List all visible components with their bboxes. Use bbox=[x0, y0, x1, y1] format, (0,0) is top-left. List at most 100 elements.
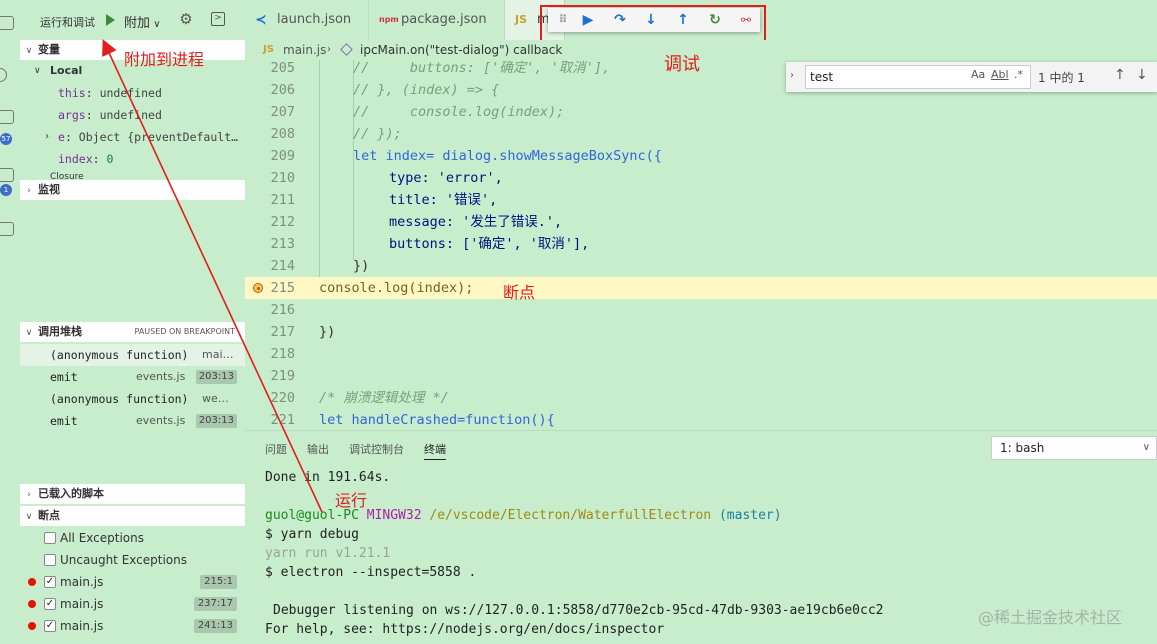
line-number: 205 bbox=[270, 60, 295, 76]
arrow-down-icon[interactable]: ↓ bbox=[1136, 67, 1148, 83]
debug-console-icon[interactable]: > bbox=[211, 12, 225, 26]
line-number: 208 bbox=[270, 126, 295, 142]
debug-toolbar-highlight bbox=[540, 5, 766, 45]
line-number: 212 bbox=[270, 214, 295, 230]
tab-label: package.json bbox=[401, 12, 487, 27]
breakpoint-item[interactable]: ✓ main.js 237:17 bbox=[20, 593, 245, 615]
js-icon: JS bbox=[515, 13, 528, 26]
line-number: 206 bbox=[270, 82, 295, 98]
callstack-section-header[interactable]: ∨ 调用堆栈 PAUSED ON BREAKPOINT bbox=[20, 322, 245, 342]
code-line: 214}) bbox=[245, 255, 1157, 277]
scope-closure[interactable]: Closure bbox=[20, 170, 245, 180]
breadcrumb-file[interactable]: main.js bbox=[283, 40, 326, 60]
search-icon[interactable] bbox=[0, 68, 7, 82]
js-icon: JS bbox=[263, 44, 274, 55]
debug-toolbar-top: 运行和调试 附加 ∨ ⚙ > bbox=[20, 0, 245, 40]
variable-name: this bbox=[58, 86, 86, 100]
match-word-toggle[interactable]: Abl bbox=[991, 68, 1009, 81]
tab-terminal[interactable]: 终端 bbox=[424, 441, 446, 460]
variable-name: args bbox=[58, 108, 86, 122]
line-number: 216 bbox=[270, 302, 295, 318]
code-text: console.log(index); bbox=[319, 280, 474, 296]
chevron-down-icon: ∨ bbox=[25, 512, 33, 522]
breakpoint-item[interactable]: All Exceptions bbox=[20, 527, 245, 549]
source-control-icon[interactable] bbox=[0, 110, 14, 124]
terminal-select[interactable]: 1: bash ∨ bbox=[991, 436, 1157, 460]
line-number: 214 bbox=[270, 258, 295, 274]
gear-icon[interactable]: ⚙ bbox=[178, 11, 194, 27]
code-line: 210 type: 'error', bbox=[245, 167, 1157, 189]
watermark: @稀土掘金技术社区 bbox=[978, 608, 1123, 627]
chevron-right-icon: › bbox=[27, 490, 31, 500]
stack-frame[interactable]: emit events.js 203:13 bbox=[20, 366, 245, 388]
loaded-scripts-section-header[interactable]: › 已载入的脚本 bbox=[20, 484, 245, 504]
regex-toggle[interactable]: .* bbox=[1014, 68, 1023, 81]
terminal-line: Done in 191.64s. bbox=[265, 470, 391, 485]
breakpoints-section-label: 断点 bbox=[38, 509, 60, 522]
terminal-branch: (master) bbox=[718, 508, 782, 523]
source-control-badge: 57 bbox=[0, 133, 12, 145]
chevron-down-icon: ∨ bbox=[25, 46, 33, 56]
tab-output[interactable]: 输出 bbox=[307, 441, 329, 457]
variable-row[interactable]: args: undefined bbox=[20, 104, 245, 126]
code-text: }) bbox=[319, 324, 336, 340]
code-line: 213 buttons: ['确定', '取消'], bbox=[245, 233, 1157, 255]
breadcrumb-symbol[interactable]: ipcMain.on("test-dialog") callback bbox=[360, 40, 562, 60]
scope-local-label: Local bbox=[50, 64, 83, 77]
breakpoint-checkbox[interactable]: ✓ bbox=[44, 576, 56, 588]
breakpoint-item[interactable]: ✓ main.js 241:13 bbox=[20, 615, 245, 637]
terminal-line: For help, see: https://nodejs.org/en/doc… bbox=[265, 622, 665, 637]
explorer-icon[interactable] bbox=[0, 16, 14, 30]
breakpoint-dot-icon bbox=[28, 622, 36, 630]
extensions-icon[interactable] bbox=[0, 222, 14, 236]
breakpoint-checkbox[interactable] bbox=[44, 532, 56, 544]
chevron-right-icon[interactable]: › bbox=[790, 70, 794, 81]
vscode-icon: ≺ bbox=[255, 12, 267, 28]
terminal-env: MINGW32 bbox=[366, 508, 422, 523]
variable-row[interactable]: this: undefined bbox=[20, 82, 245, 104]
breakpoint-item[interactable]: Uncaught Exceptions bbox=[20, 549, 245, 571]
code-line: 218 bbox=[245, 343, 1157, 365]
stack-frame-fn: (anonymous function) bbox=[50, 392, 189, 406]
terminal-path: /e/vscode/Electron/WaterfullElectron bbox=[429, 508, 712, 523]
chevron-right-icon: › bbox=[27, 186, 31, 196]
arrow-up-icon[interactable]: ↑ bbox=[1114, 67, 1126, 83]
breakpoint-checkbox[interactable]: ✓ bbox=[44, 620, 56, 632]
launch-config-select[interactable]: 附加 ∨ bbox=[124, 12, 161, 31]
tab-package-json[interactable]: npm package.json bbox=[369, 0, 505, 40]
stack-frame[interactable]: (anonymous function) mai… bbox=[20, 344, 245, 366]
tab-problems[interactable]: 问题 bbox=[265, 441, 287, 457]
chevron-down-icon: ∨ bbox=[25, 328, 33, 338]
tab-label: launch.json bbox=[277, 12, 352, 27]
code-text: // }); bbox=[353, 126, 402, 142]
tab-launch-json[interactable]: ≺ launch.json bbox=[245, 0, 369, 40]
start-debugging-icon[interactable] bbox=[106, 14, 115, 26]
chevron-right-icon: › bbox=[44, 131, 51, 142]
code-line: 219 bbox=[245, 365, 1157, 387]
variable-row[interactable]: index: 0 bbox=[20, 148, 245, 170]
stack-frame[interactable]: (anonymous function) we… bbox=[20, 388, 245, 410]
find-match-count: 1 中的 1 bbox=[1038, 71, 1085, 85]
breakpoint-checkbox[interactable]: ✓ bbox=[44, 598, 56, 610]
line-number: 209 bbox=[270, 148, 295, 164]
sidebar-title: 运行和调试 bbox=[40, 16, 95, 29]
line-number: 207 bbox=[270, 104, 295, 120]
breakpoint-checkbox[interactable] bbox=[44, 554, 56, 566]
breakpoints-section-header[interactable]: ∨ 断点 bbox=[20, 506, 245, 526]
tab-debug-console[interactable]: 调试控制台 bbox=[349, 441, 404, 457]
watch-section-header[interactable]: › 监视 bbox=[20, 180, 245, 200]
code-line-current: 215 console.log(index); bbox=[245, 277, 1157, 299]
breakpoint-item[interactable]: ✓ main.js 215:1 bbox=[20, 571, 245, 593]
find-widget: › test Aa Abl .* 1 中的 1 ↑ ↓ bbox=[786, 62, 1157, 92]
chevron-down-icon: ∨ bbox=[34, 66, 41, 76]
match-case-toggle[interactable]: Aa bbox=[971, 68, 985, 81]
debug-icon[interactable] bbox=[0, 168, 14, 182]
code-line: 217}) bbox=[245, 321, 1157, 343]
variable-row[interactable]: › e: Object {preventDefault… bbox=[20, 126, 245, 148]
loaded-scripts-section-label: 已载入的脚本 bbox=[38, 487, 104, 500]
activity-bar: 57 1 bbox=[0, 0, 20, 644]
stack-frame[interactable]: emit events.js 203:13 bbox=[20, 410, 245, 432]
code-editor[interactable]: 205 // buttons: ['确定', '取消'], 206 // }, (i… bbox=[245, 60, 1157, 430]
variable-value: 0 bbox=[106, 152, 114, 166]
breakpoint-location: 241:13 bbox=[193, 619, 237, 633]
